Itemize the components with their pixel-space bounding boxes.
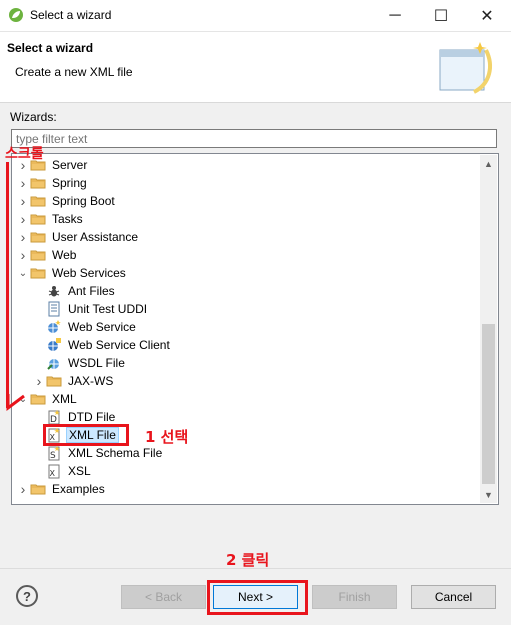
tree-item[interactable]: › Spring (16, 174, 89, 192)
tree-item-label: Web (52, 248, 77, 262)
chevron-right-icon[interactable]: › (16, 211, 30, 227)
cancel-button[interactable]: Cancel (411, 585, 496, 609)
chevron-right-icon[interactable]: › (16, 229, 30, 245)
back-button[interactable]: < Back (121, 585, 206, 609)
tree-item[interactable]: › Tasks (16, 210, 85, 228)
tree-item-label: XML (52, 392, 77, 406)
tree-item-label: Examples (52, 482, 105, 496)
xsl-icon: X (46, 463, 62, 479)
tree-item[interactable]: X XSL (32, 462, 93, 480)
maximize-button[interactable]: ☐ (418, 0, 464, 31)
tree-item-label: Unit Test UDDI (68, 302, 148, 316)
svg-text:S: S (50, 451, 56, 461)
tree-item-label: Spring (52, 176, 87, 190)
web-service-client-icon (46, 337, 62, 353)
scroll-annotation: 스크롤 (5, 146, 44, 162)
tree-item-label: DTD File (68, 410, 116, 424)
tree-item-label: Web Service Client (68, 338, 170, 352)
tree-item-label: Tasks (52, 212, 83, 226)
scroll-thumb[interactable] (482, 324, 495, 484)
chevron-right-icon[interactable]: › (16, 175, 30, 191)
svg-text:X: X (50, 469, 56, 478)
ant-icon (46, 283, 62, 299)
tree-item[interactable]: › Examples (16, 480, 107, 498)
tree-item[interactable]: › Spring Boot (16, 192, 117, 210)
chevron-right-icon[interactable]: › (32, 373, 46, 389)
chevron-right-icon[interactable]: › (16, 193, 30, 209)
close-button[interactable]: ✕ (464, 0, 510, 31)
vertical-scrollbar[interactable]: ▲ ▼ (480, 155, 497, 503)
window-title: Select a wizard (30, 8, 112, 22)
folder-icon (30, 265, 46, 281)
tree-item-label: Web Services (52, 266, 126, 280)
folder-icon (46, 373, 62, 389)
tree-item-label: Ant Files (68, 284, 115, 298)
xsd-icon: S (46, 445, 62, 461)
folder-icon (30, 481, 46, 497)
tree-item[interactable]: › User Assistance (16, 228, 140, 246)
tree-item[interactable]: WSDL File (32, 354, 127, 372)
chevron-right-icon[interactable]: › (16, 247, 30, 263)
click-annotation: 2 클릭 (226, 551, 270, 569)
tree-item[interactable]: Unit Test UDDI (32, 300, 149, 318)
tree-item[interactable]: ⌄ Web Services (16, 264, 128, 282)
header-description: Create a new XML file (15, 65, 133, 79)
title-bar: Select a wizard ─ ☐ ✕ (0, 0, 511, 32)
header-title: Select a wizard (7, 41, 94, 55)
folder-icon (30, 391, 46, 407)
folder-icon (30, 193, 46, 209)
tree-item[interactable]: Web Service (32, 318, 138, 336)
tree-item[interactable]: Ant Files (32, 282, 117, 300)
wsdl-icon (46, 355, 62, 371)
click-highlight-box (207, 580, 308, 615)
tree-item[interactable]: › JAX-WS (32, 372, 115, 390)
web-service-icon (46, 319, 62, 335)
wizard-tree[interactable]: › Server › Spring › Spring Boot › Tasks › User As… (11, 153, 499, 505)
scroll-up-arrow-icon[interactable]: ▲ (480, 155, 497, 172)
wizard-header: Select a wizard Create a new XML file (0, 32, 511, 103)
document-icon (46, 301, 62, 317)
tree-item-label: WSDL File (68, 356, 125, 370)
folder-icon (30, 229, 46, 245)
scroll-annotation-line (6, 162, 9, 408)
minimize-button[interactable]: ─ (372, 0, 418, 31)
tree-item-label: JAX-WS (68, 374, 114, 388)
tree-item-label: User Assistance (52, 230, 139, 244)
select-annotation: 1 선택 (145, 428, 189, 446)
help-icon[interactable]: ? (16, 585, 38, 607)
dtd-icon: D (46, 409, 62, 425)
scroll-annotation-arrow-icon (6, 394, 25, 411)
folder-icon (30, 211, 46, 227)
tree-item[interactable]: › Web (16, 246, 78, 264)
tree-item-label: Web Service (68, 320, 136, 334)
tree-item-label: Server (52, 158, 88, 172)
scroll-down-arrow-icon[interactable]: ▼ (480, 486, 497, 503)
select-highlight-box (43, 424, 129, 446)
chevron-down-icon[interactable]: ⌄ (16, 268, 30, 279)
folder-icon (30, 247, 46, 263)
filter-input[interactable] (11, 129, 497, 148)
finish-button[interactable]: Finish (312, 585, 397, 609)
tree-item-label: XSL (68, 464, 91, 478)
tree-item-label: XML Schema File (68, 446, 163, 460)
spring-leaf-icon (9, 8, 23, 22)
chevron-right-icon[interactable]: › (16, 481, 30, 497)
wizards-label: Wizards: (10, 110, 57, 124)
folder-icon (30, 175, 46, 191)
tree-item[interactable]: Web Service Client (32, 336, 172, 354)
wizard-banner-icon (439, 42, 492, 94)
tree-item-label: Spring Boot (52, 194, 115, 208)
